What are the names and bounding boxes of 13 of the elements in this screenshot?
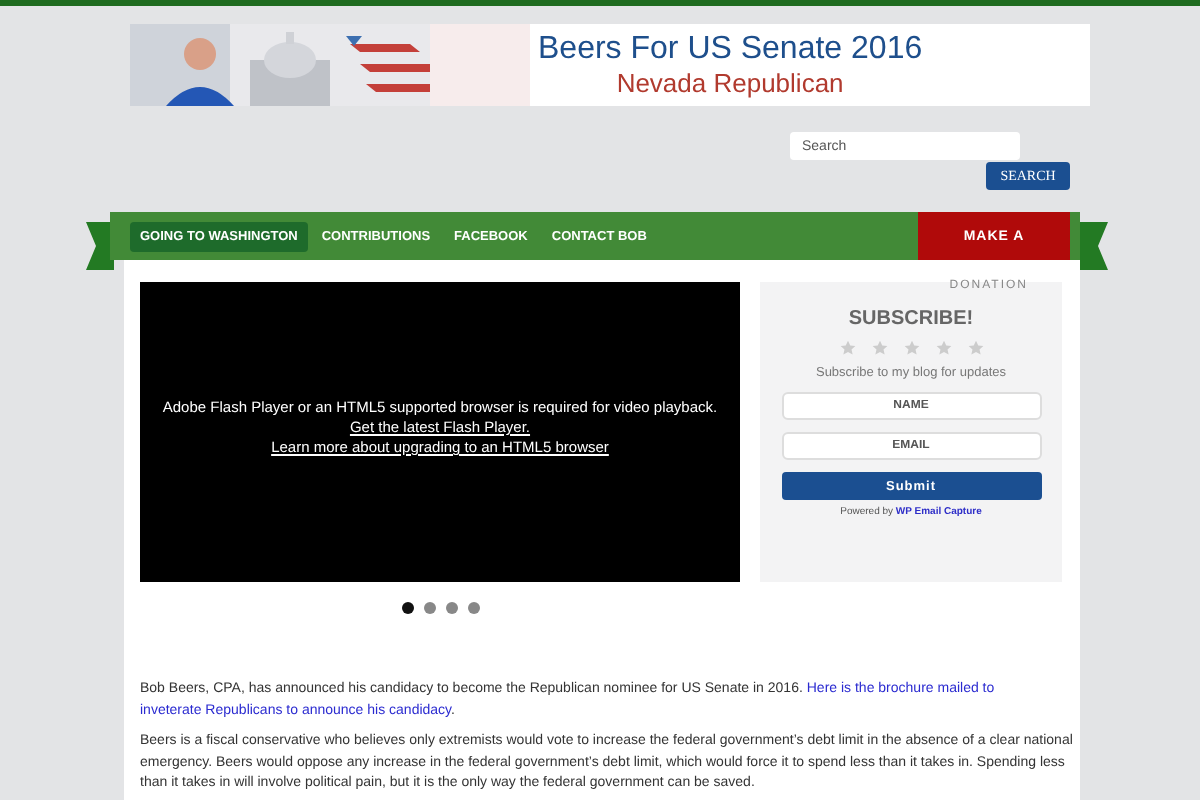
slider-dot[interactable] bbox=[423, 602, 435, 614]
ribbon-tail-icon bbox=[1080, 222, 1108, 270]
star-icon[interactable] bbox=[935, 340, 951, 356]
star-icon[interactable] bbox=[903, 340, 919, 356]
slider-dot[interactable] bbox=[401, 602, 413, 614]
star-icon[interactable] bbox=[839, 340, 855, 356]
star-icon[interactable] bbox=[967, 340, 983, 356]
slider-dot[interactable] bbox=[445, 602, 457, 614]
subscribe-title: SUBSCRIBE! bbox=[848, 308, 974, 330]
banner-subtitle: Nevada Republican bbox=[616, 68, 844, 98]
star-icon[interactable] bbox=[871, 340, 887, 356]
slider-dot[interactable] bbox=[467, 602, 479, 614]
banner-title: Beers For US Senate 2016 bbox=[538, 32, 923, 68]
